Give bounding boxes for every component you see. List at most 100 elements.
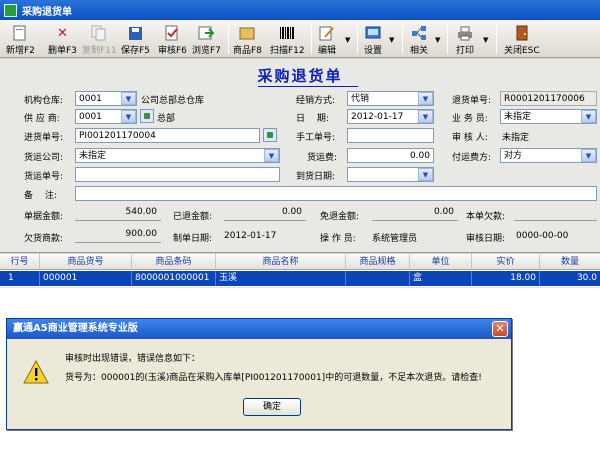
cell-name[interactable]: 玉溪 <box>216 271 346 286</box>
owed-goods-label: 欠货商款: <box>24 234 64 244</box>
freight-no-field[interactable] <box>75 167 280 182</box>
remark-field[interactable] <box>75 186 597 201</box>
return-no-field[interactable]: R0001201170006 <box>500 91 597 106</box>
warehouse-name: 公司总部总仓库 <box>141 96 205 106</box>
sale-mode-label: 经销方式: <box>296 96 336 106</box>
chevron-down-icon[interactable]: ▼ <box>418 168 433 181</box>
chevron-down-icon[interactable]: ▼ <box>264 149 279 162</box>
freight-no-label: 货运单号: <box>24 172 64 182</box>
warehouse-label: 机构仓库: <box>24 96 64 106</box>
owed-this-label: 本单欠款: <box>466 212 506 222</box>
toolbar-separator <box>402 24 403 54</box>
supplier-label: 供 应 商: <box>24 114 60 124</box>
chevron-down-icon[interactable]: ▼ <box>121 92 136 105</box>
cell-row-no: 1 <box>0 271 40 286</box>
settings-menu-button[interactable]: 设置 <box>364 22 382 56</box>
close-icon[interactable]: ✕ <box>492 321 508 337</box>
delete-button[interactable]: ✕ 删单F3 <box>48 22 77 57</box>
product-icon <box>239 25 255 41</box>
purchase-no-field[interactable]: PI001201170004 <box>75 128 260 143</box>
save-button[interactable]: 保存F5 <box>121 22 150 56</box>
new-button[interactable]: 新增F2 <box>6 22 35 56</box>
auditor-label: 审 核 人: <box>452 133 488 143</box>
toolbar-separator <box>496 24 497 54</box>
cell-barcode[interactable]: 8000001000001 <box>132 271 216 286</box>
print-menu-button[interactable]: 打印 <box>456 22 474 56</box>
manual-no-label: 手工单号: <box>296 133 336 143</box>
cell-code[interactable]: 000001 <box>40 271 132 286</box>
freight-company-label: 货运公司: <box>24 153 64 163</box>
operator-label: 操 作 员: <box>320 234 356 244</box>
cell-spec[interactable] <box>346 271 410 286</box>
toolbar-separator <box>228 24 229 54</box>
cell-price[interactable]: 18.00 <box>472 271 540 286</box>
chevron-down-icon[interactable]: ▼ <box>435 36 440 44</box>
freight-company-select[interactable]: 未指定 <box>75 148 280 163</box>
copy-icon <box>91 25 107 41</box>
audit-icon <box>164 25 180 41</box>
col-header-name[interactable]: 商品名称 <box>216 254 346 270</box>
form-title: 采购退货单 <box>257 67 343 85</box>
warning-icon <box>23 359 49 384</box>
grid-divider <box>0 287 600 288</box>
chevron-down-icon[interactable]: ▼ <box>581 110 596 123</box>
col-header-spec[interactable]: 商品规格 <box>346 254 410 270</box>
settings-icon <box>365 25 381 41</box>
document-form: 采购退货单 机构仓库: 0001 ▼ 公司总部总仓库 经销方式: 代销 ▼ 退货… <box>0 59 600 253</box>
table-row[interactable]: 1 000001 8000001000001 玉溪 盒 18.00 30.0 <box>0 271 600 286</box>
freight-fee-field[interactable]: 0.00 <box>347 148 434 163</box>
close-button[interactable]: 关闭ESC <box>504 22 540 56</box>
copy-button[interactable]: 复制F11 <box>82 22 117 56</box>
audit-date-value: 0000-00-00 <box>516 231 569 241</box>
save-icon <box>127 25 143 41</box>
browse-button[interactable]: 浏览F7 <box>192 22 221 56</box>
return-no-label: 退货单号: <box>452 96 492 106</box>
col-header-barcode[interactable]: 商品条码 <box>132 254 216 270</box>
chevron-down-icon[interactable]: ▼ <box>581 149 596 162</box>
remark-label: 备 注: <box>24 191 57 201</box>
delete-icon: ✕ <box>57 25 68 41</box>
total-amount-label: 单据金额: <box>24 212 64 222</box>
operator-value: 系统管理员 <box>372 234 418 244</box>
auditor-value: 未指定 <box>502 133 530 143</box>
chevron-down-icon[interactable]: ▼ <box>418 110 433 123</box>
printer-icon <box>457 25 473 41</box>
chevron-down-icon[interactable]: ▼ <box>389 36 394 44</box>
related-icon <box>411 25 427 41</box>
col-header-row-no[interactable]: 行号 <box>0 254 40 270</box>
ok-button[interactable]: 确定 <box>243 398 301 416</box>
dialog-message-line2: 货号为：000001的(玉溪)商品在采购入库单[PI001201170001]中… <box>65 373 482 383</box>
audit-date-label: 审核日期: <box>466 234 506 244</box>
edit-menu-button[interactable]: 编辑 <box>318 22 336 56</box>
manual-no-field[interactable] <box>347 128 434 143</box>
col-header-price[interactable]: 实价 <box>472 254 540 270</box>
related-menu-button[interactable]: 相关 <box>410 22 428 56</box>
freight-payer-label: 付运费方: <box>452 153 492 163</box>
product-button[interactable]: 商品F8 <box>233 22 262 56</box>
exempt-label: 免退金额: <box>320 212 360 222</box>
grid-header: 行号 商品货号 商品条码 商品名称 商品规格 单位 实价 数量 <box>0 254 600 270</box>
col-header-qty[interactable]: 数量 <box>540 254 600 270</box>
chevron-down-icon[interactable]: ▼ <box>121 110 136 123</box>
audit-button[interactable]: 审核F6 <box>158 22 187 56</box>
chevron-down-icon[interactable]: ▼ <box>483 36 488 44</box>
date-label: 日 期: <box>296 114 329 124</box>
error-dialog: 赢通A5商业管理系统专业版 ✕ 审核时出现错误，错误信息如下： 货号为：0000… <box>6 318 512 430</box>
owed-goods-value: 900.00 <box>75 227 161 243</box>
chevron-down-icon[interactable]: ▼ <box>345 36 350 44</box>
window-titlebar: 采购退货单 <box>0 0 600 20</box>
lookup-icon[interactable] <box>263 128 277 142</box>
exempt-value: 0.00 <box>372 205 458 221</box>
chevron-down-icon[interactable]: ▼ <box>418 92 433 105</box>
owed-this-value <box>514 205 597 221</box>
col-header-code[interactable]: 商品货号 <box>40 254 132 270</box>
barcode-icon <box>279 25 295 41</box>
supplier-name: 总部 <box>157 114 176 124</box>
app-icon <box>4 3 17 17</box>
col-header-unit[interactable]: 单位 <box>410 254 472 270</box>
scan-button[interactable]: 扫描F12 <box>270 22 305 56</box>
lookup-icon[interactable] <box>140 109 154 123</box>
new-doc-icon <box>12 25 28 41</box>
cell-unit[interactable]: 盒 <box>410 271 472 286</box>
cell-qty[interactable]: 30.0 <box>540 271 600 286</box>
